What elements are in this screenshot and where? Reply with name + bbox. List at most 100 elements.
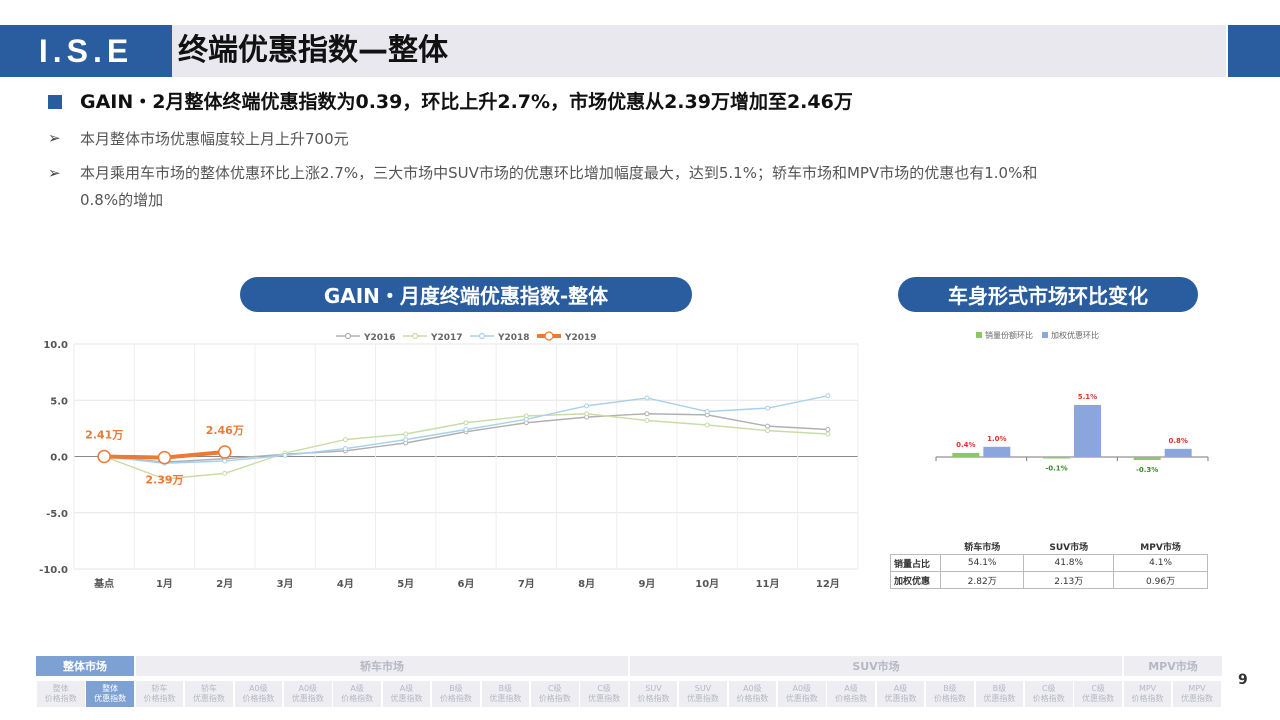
data-point [463, 420, 469, 426]
data-point [403, 431, 409, 437]
data-point [644, 411, 650, 417]
nav-item-sublabel: 优惠指数 [884, 694, 917, 703]
nav-item[interactable]: A级 优惠指数 [382, 681, 431, 707]
nav-item-label: 轿车 [151, 684, 168, 693]
nav-item-label: B级 [498, 684, 513, 693]
nav-item-sublabel: 价格指数 [835, 694, 868, 703]
nav-item-sublabel: 价格指数 [736, 694, 769, 703]
nav-item-label: B级 [943, 684, 957, 693]
data-point [342, 446, 348, 452]
nav-item-sublabel: 优惠指数 [390, 694, 423, 703]
nav-item[interactable]: MPV 优惠指数 [1173, 681, 1221, 707]
nav-item-sublabel: 价格指数 [538, 694, 571, 703]
nav-item[interactable]: A级 价格指数 [333, 681, 381, 707]
nav-item-sublabel: 价格指数 [1131, 694, 1164, 703]
nav-item[interactable]: 整体 价格指数 [37, 681, 85, 707]
nav-item[interactable]: 轿车 优惠指数 [185, 681, 233, 707]
nav-item-label: A0级 [249, 684, 268, 693]
nav-item[interactable]: B级 优惠指数 [481, 681, 530, 707]
nav-item[interactable]: C级 价格指数 [531, 681, 579, 707]
headline-square-icon [48, 95, 62, 109]
nav-item[interactable]: C级 价格指数 [1025, 681, 1073, 707]
nav-item-label: B级 [992, 684, 1007, 693]
nav-item-label: A0级 [298, 684, 318, 693]
legend-marker [344, 332, 352, 340]
nav-item[interactable]: 轿车 价格指数 [135, 681, 184, 707]
x-tick-label: 7月 [518, 578, 535, 590]
table-row: 销量占比 54.1% 41.8% 4.1% [890, 554, 1208, 572]
nav-item-label: A0级 [743, 684, 762, 693]
bar [983, 446, 1011, 457]
nav-item[interactable]: A0级 价格指数 [728, 681, 777, 707]
data-point [584, 403, 590, 409]
nav-item-sublabel: 优惠指数 [1180, 694, 1213, 703]
nav-item[interactable]: A0级 优惠指数 [284, 681, 332, 707]
nav-item[interactable]: B级 价格指数 [926, 681, 974, 707]
market-share-table: 轿车市场 SUV市场 MPV市场 销量占比 54.1% 41.8% 4.1% 加… [890, 538, 1208, 589]
nav-item-label: SUV [645, 684, 662, 693]
nav-item[interactable]: SUV 价格指数 [629, 681, 678, 707]
nav-item-label: A级 [844, 684, 858, 693]
nav-item[interactable]: C级 优惠指数 [580, 681, 628, 707]
bullet-text-continued: 0.8%的增加 [80, 191, 164, 209]
nav-item-label: C级 [547, 684, 562, 693]
legend-swatch [1042, 332, 1048, 338]
nav-item[interactable]: C级 优惠指数 [1074, 681, 1122, 707]
nav-item-label: A级 [893, 684, 908, 693]
data-point [157, 450, 172, 465]
data-point [825, 427, 831, 432]
line-chart: 10.0 5.0 0.0 -5.0 -10.0 基点 1月 2月 3月 4月 5月 6月 7月 8月 9月 1… [39, 331, 859, 590]
nav-item[interactable]: A0级 优惠指数 [778, 681, 826, 707]
y-tick-label: 5.0 [50, 396, 68, 407]
nav-item-label: B级 [449, 684, 463, 693]
nav-group-sedan[interactable]: 轿车市场 [136, 656, 628, 676]
nav-item-label: 轿车 [200, 684, 217, 693]
nav-item-label: MPV [1188, 684, 1206, 693]
nav-item-sublabel: 价格指数 [439, 694, 472, 703]
nav-item-sublabel: 价格指数 [341, 694, 374, 703]
x-tick-label: 1月 [156, 578, 173, 590]
bar [1074, 404, 1101, 457]
nav-item[interactable]: A级 优惠指数 [876, 681, 925, 707]
nav-group-overall[interactable]: 整体市场 [36, 656, 134, 676]
legend-label: Y2017 [430, 333, 463, 343]
nav-group-suv[interactable]: SUV市场 [630, 656, 1122, 676]
nav-item-label: C级 [597, 684, 611, 693]
nav-item[interactable]: B级 价格指数 [432, 681, 480, 707]
x-tick-label: 5月 [397, 578, 414, 590]
legend-label: Y2018 [497, 333, 530, 343]
table-row: 加权优惠 2.82万 2.13万 0.96万 [890, 571, 1208, 589]
bar-data-label: 0.8% [1168, 437, 1187, 445]
table-cell: 2.13万 [1023, 571, 1115, 589]
nav-item-label: A级 [399, 684, 414, 693]
x-tick-label: 4月 [337, 578, 354, 590]
table-row-label: 销量占比 [890, 554, 941, 572]
nav-item[interactable]: A级 价格指数 [827, 681, 875, 707]
nav-item-sublabel: 价格指数 [143, 694, 176, 703]
data-point [765, 423, 771, 429]
x-tick-label: 11月 [756, 578, 780, 590]
bullet-text: 本月乘用车市场的整体优惠环比上涨2.7%，三大市场中SUV市场的优惠环比增加幅度… [80, 164, 1038, 182]
legend-swatch [976, 332, 982, 338]
bar-chart: 0.4% -0.1% -0.3% 1.0% 5.1% 0.8% 销量份额环比 加权优惠环比 [935, 330, 1209, 474]
data-point [704, 409, 710, 414]
nav-item[interactable]: SUV 优惠指数 [679, 681, 727, 707]
y-tick-label: -10.0 [39, 565, 68, 576]
nav-item[interactable]: MPV 价格指数 [1123, 681, 1172, 707]
nav-item-label: C级 [1041, 684, 1056, 693]
table-cell: 2.82万 [939, 571, 1025, 589]
legend-marker [544, 331, 554, 341]
page-number: 9 [1238, 672, 1248, 688]
nav-item-sublabel: 价格指数 [44, 694, 77, 703]
nav-item-sublabel: 优惠指数 [489, 694, 522, 703]
bar-data-label: 0.4% [956, 441, 975, 449]
nav-item[interactable]: B级 优惠指数 [975, 681, 1024, 707]
nav-item[interactable]: A0级 价格指数 [234, 681, 283, 707]
data-point [825, 431, 831, 437]
bar-data-label: -0.1% [1045, 465, 1067, 473]
nav-item[interactable]: 整体 优惠指数 [86, 681, 134, 707]
y-tick-label: 0.0 [50, 453, 68, 464]
nav-item-sublabel: 优惠指数 [94, 694, 127, 703]
legend-label: Y2016 [363, 333, 396, 343]
nav-group-mpv[interactable]: MPV市场 [1124, 656, 1222, 676]
